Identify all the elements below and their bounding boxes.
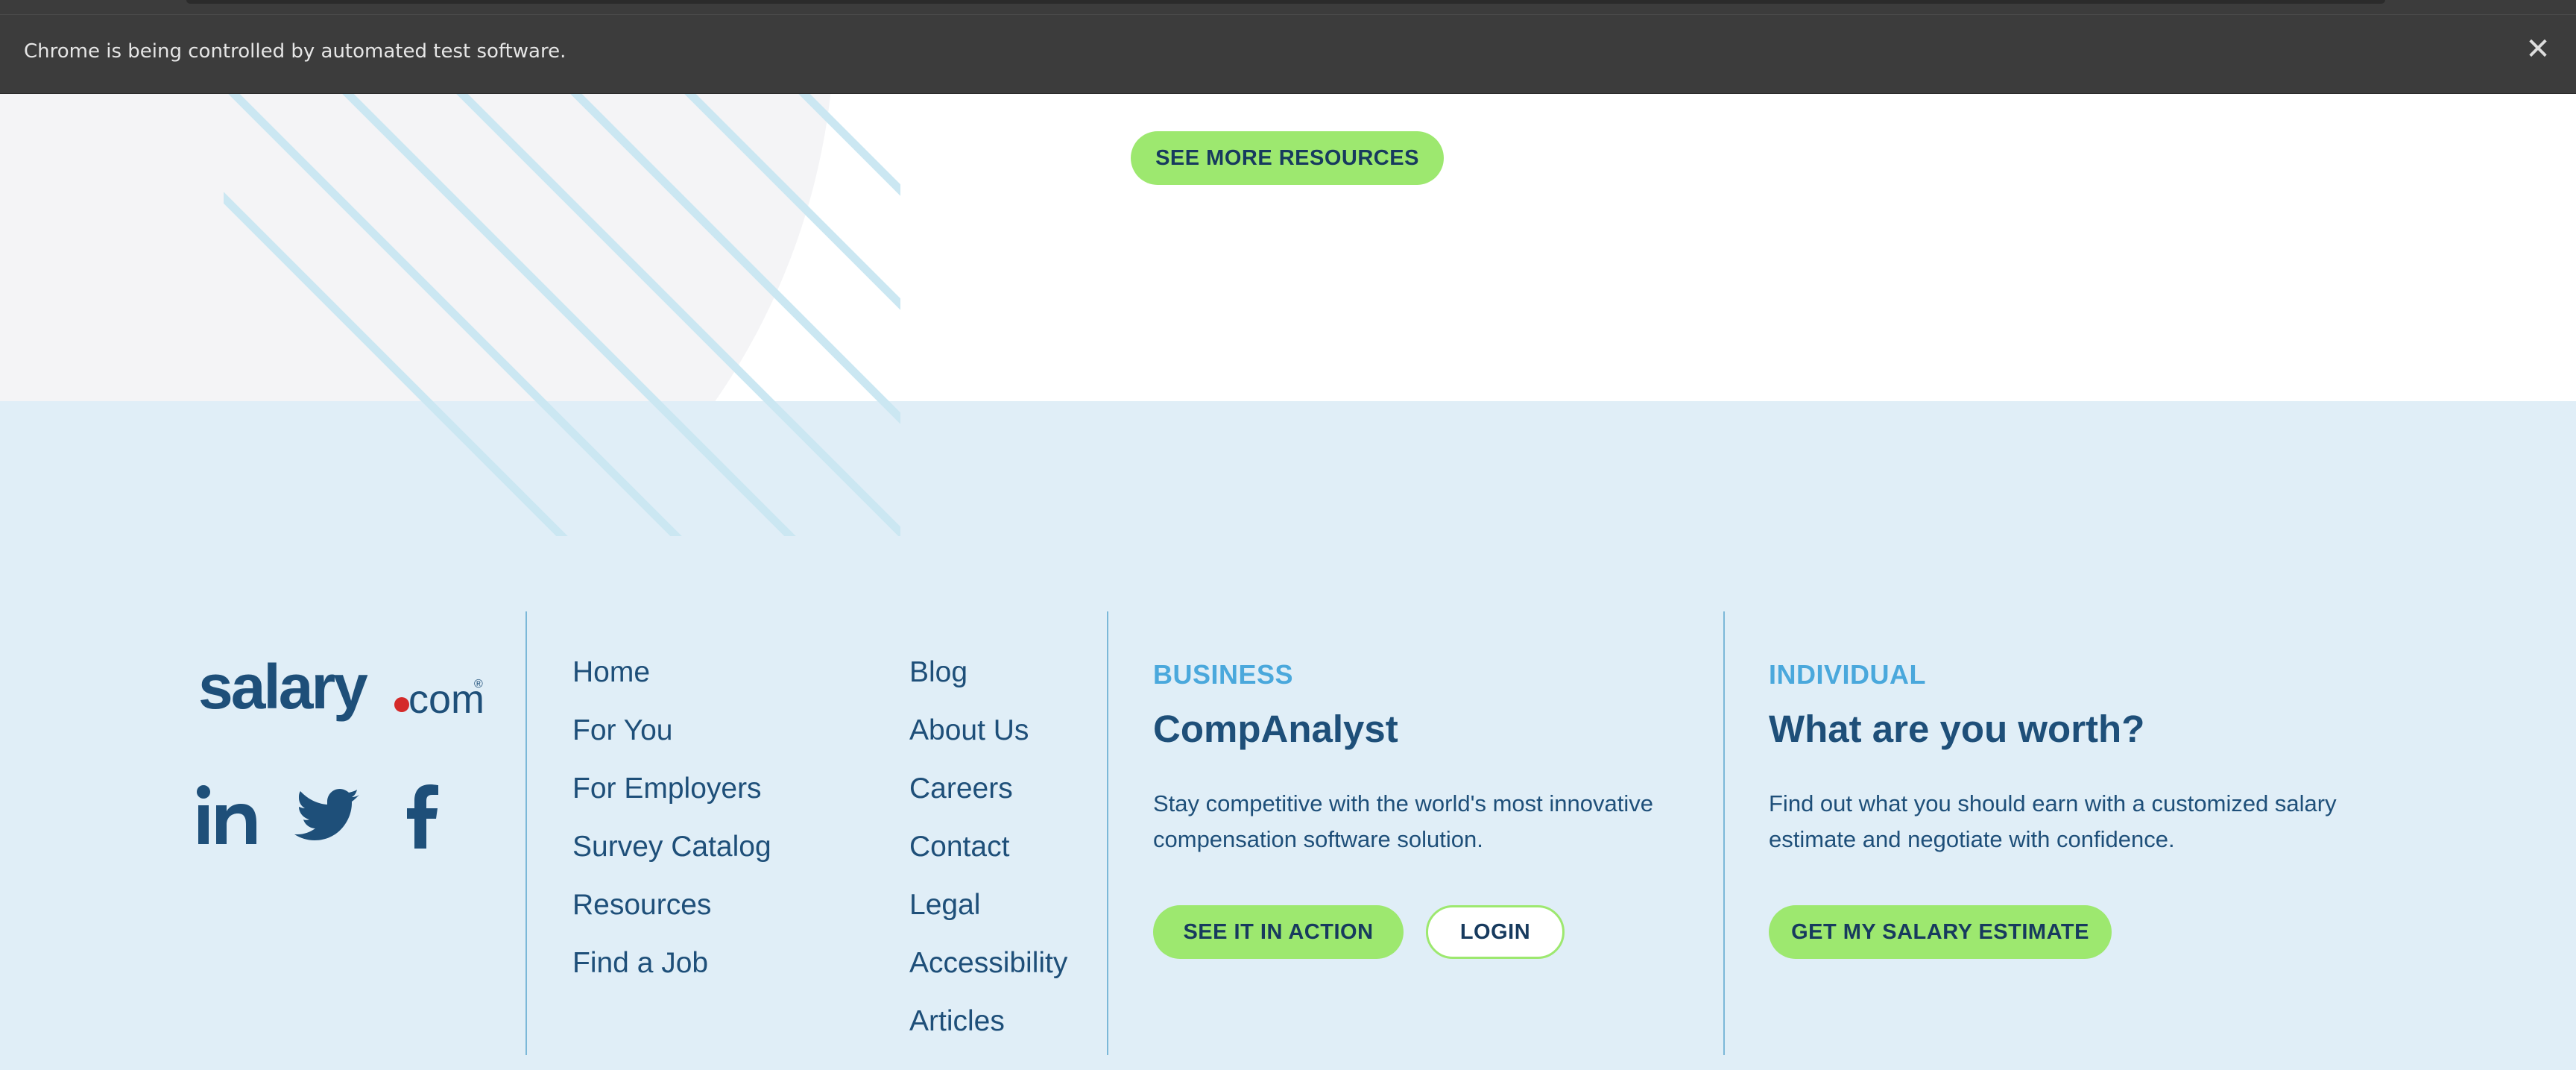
footer-link-resources[interactable]: Resources [572,889,711,922]
svg-text:com: com [408,677,484,722]
social-links [197,784,438,849]
get-salary-estimate-button[interactable]: GET MY SALARY ESTIMATE [1769,905,2112,959]
individual-description-line: estimate and negotiate with confidence. [1769,826,2175,852]
business-description-line: compensation software solution. [1153,826,1483,852]
footer-link-survey-catalog[interactable]: Survey Catalog [572,831,771,863]
footer-divider [525,611,527,1055]
footer-link-careers[interactable]: Careers [909,772,1013,805]
salary-com-logo[interactable]: salary com ® [198,649,489,723]
login-button[interactable]: LOGIN [1426,905,1565,959]
footer-link-legal[interactable]: Legal [909,889,980,922]
svg-text:salary: salary [198,652,368,722]
banner-divider [0,14,2576,15]
footer-link-blog[interactable]: Blog [909,656,967,689]
linkedin-icon[interactable] [197,785,256,844]
footer-link-find-a-job[interactable]: Find a Job [572,947,708,980]
browser-tabstrip [186,0,2385,4]
business-headline: CompAnalyst [1153,708,1398,750]
footer-divider [1107,611,1108,1055]
individual-description: Find out what you should earn with a cus… [1769,786,2410,857]
footer-link-home[interactable]: Home [572,656,650,689]
svg-text:®: ® [474,678,483,690]
individual-eyebrow: INDIVIDUAL [1769,659,1926,690]
twitter-icon[interactable] [294,789,359,840]
automation-message: Chrome is being controlled by automated … [24,40,566,63]
footer-link-for-employers[interactable]: For Employers [572,772,762,805]
footer-link-contact[interactable]: Contact [909,831,1009,863]
individual-headline: What are you worth? [1769,708,2145,750]
see-more-resources-button[interactable]: SEE MORE RESOURCES [1131,131,1444,185]
business-eyebrow: BUSINESS [1153,659,1294,690]
business-description-line: Stay competitive with the world's most i… [1153,790,1653,816]
decorative-stripes [224,93,900,536]
automation-banner: Chrome is being controlled by automated … [0,0,2576,94]
footer-link-about-us[interactable]: About Us [909,714,1029,747]
footer-link-articles[interactable]: Articles [909,1005,1005,1038]
individual-description-line: Find out what you should earn with a cus… [1769,790,2337,816]
footer-divider [1723,611,1725,1055]
close-icon[interactable]: ✕ [2522,33,2554,66]
footer-link-for-you[interactable]: For You [572,714,672,747]
footer-link-accessibility[interactable]: Accessibility [909,947,1067,980]
see-it-in-action-button[interactable]: SEE IT IN ACTION [1153,905,1404,959]
business-description: Stay competitive with the world's most i… [1153,786,1720,857]
facebook-icon[interactable] [407,784,438,849]
